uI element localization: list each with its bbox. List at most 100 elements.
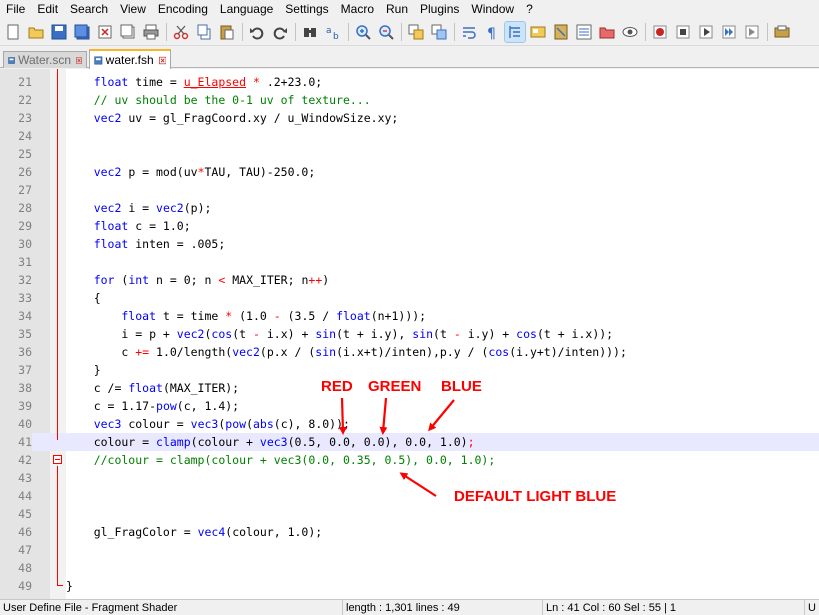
code-line[interactable]: 29 float c = 1.0; xyxy=(0,217,819,235)
menu-help[interactable]: ? xyxy=(520,0,539,19)
open-file-button[interactable] xyxy=(26,22,46,42)
doc-map-button[interactable] xyxy=(551,22,571,42)
indent-guide-button[interactable] xyxy=(504,21,526,43)
toolbar-separator xyxy=(645,23,646,41)
code-token: (t xyxy=(232,327,253,341)
code-token: vec2 xyxy=(66,201,122,215)
folder-workspace-button[interactable] xyxy=(597,22,617,42)
code-line[interactable]: 25 xyxy=(0,145,819,163)
zoom-out-button[interactable] xyxy=(376,22,396,42)
fold-toggle-icon[interactable] xyxy=(53,455,62,464)
close-all-button[interactable] xyxy=(118,22,138,42)
code-line[interactable]: 43 xyxy=(0,469,819,487)
paste-button[interactable] xyxy=(217,22,237,42)
code-line[interactable]: 45 xyxy=(0,505,819,523)
code-line[interactable]: 33 { xyxy=(0,289,819,307)
code-line[interactable]: 35 i = p + vec2(cos(t - i.x) + sin(t + i… xyxy=(0,325,819,343)
stop-macro-button[interactable] xyxy=(673,22,693,42)
copy-button[interactable] xyxy=(194,22,214,42)
code-line[interactable]: 26 vec2 p = mod(uv*TAU, TAU)-250.0; xyxy=(0,163,819,181)
find-button[interactable] xyxy=(300,22,320,42)
code-line[interactable]: 39 c = 1.17-pow(c, 1.4); xyxy=(0,397,819,415)
code-line[interactable]: 24 xyxy=(0,127,819,145)
menu-settings[interactable]: Settings xyxy=(279,0,334,19)
code-line[interactable]: 28 vec2 i = vec2(p); xyxy=(0,199,819,217)
code-token: - xyxy=(453,327,461,341)
code-line[interactable]: 27 xyxy=(0,181,819,199)
line-number: 29 xyxy=(18,219,32,233)
code-line[interactable]: 32 for (int n = 0; n < MAX_ITER; n++) xyxy=(0,271,819,289)
record-macro-button[interactable] xyxy=(650,22,670,42)
zoom-in-button[interactable] xyxy=(353,22,373,42)
code-token: - xyxy=(273,309,281,323)
save-all-button[interactable] xyxy=(72,22,92,42)
run-macro-multiple-button[interactable] xyxy=(719,22,739,42)
sync-vertical-button[interactable] xyxy=(406,22,426,42)
code-text: float time = u_Elapsed * .2+23.0; xyxy=(66,73,323,91)
code-text: c /= float(MAX_ITER); xyxy=(66,379,239,397)
tab-label: Water.scn xyxy=(18,53,71,67)
menu-view[interactable]: View xyxy=(114,0,152,19)
code-text: float inten = .005; xyxy=(66,235,226,253)
menu-run[interactable]: Run xyxy=(380,0,414,19)
sync-horizontal-icon xyxy=(431,24,447,40)
code-token: cos xyxy=(211,327,233,341)
code-line[interactable]: 34 float t = time * (1.0 - (3.5 / float(… xyxy=(0,307,819,325)
menu-plugins[interactable]: Plugins xyxy=(414,0,465,19)
code-token: time = xyxy=(128,75,184,89)
code-line[interactable]: 49} xyxy=(0,577,819,595)
menu-search[interactable]: Search xyxy=(64,0,114,19)
code-line[interactable]: 46 gl_FragColor = vec4(colour, 1.0); xyxy=(0,523,819,541)
code-line[interactable]: 41 colour = clamp(colour + vec3(0.5, 0.0… xyxy=(0,433,819,451)
code-line[interactable]: 31 xyxy=(0,253,819,271)
menu-macro[interactable]: Macro xyxy=(335,0,380,19)
code-line[interactable]: 40 vec3 colour = vec3(pow(abs(c), 8.0)); xyxy=(0,415,819,433)
save-button[interactable] xyxy=(49,22,69,42)
code-line[interactable]: 48 xyxy=(0,559,819,577)
line-number: 44 xyxy=(18,489,32,503)
code-token: { xyxy=(66,291,101,305)
code-line[interactable]: 47 xyxy=(0,541,819,559)
code-text: } xyxy=(66,577,73,595)
close-icon[interactable] xyxy=(76,55,82,66)
user-language-button[interactable] xyxy=(528,22,548,42)
show-all-characters-button[interactable]: ¶ xyxy=(482,22,502,42)
code-token: (0.5, 0.0, 0.0), 0.0, 1.0) xyxy=(287,435,468,449)
code-line[interactable]: 36 c += 1.0/length(vec2(p.x / (sin(i.x+t… xyxy=(0,343,819,361)
plugin-button[interactable] xyxy=(772,22,792,42)
cut-button[interactable] xyxy=(171,22,191,42)
menu-edit[interactable]: Edit xyxy=(31,0,64,19)
code-line[interactable]: 44 xyxy=(0,487,819,505)
monitor-button[interactable] xyxy=(620,22,640,42)
code-line[interactable]: 23 vec2 uv = gl_FragCoord.xy / u_WindowS… xyxy=(0,109,819,127)
function-list-button[interactable] xyxy=(574,22,594,42)
word-wrap-button[interactable] xyxy=(459,22,479,42)
close-icon[interactable] xyxy=(158,55,166,66)
code-line[interactable]: 21 float time = u_Elapsed * .2+23.0; xyxy=(0,73,819,91)
line-number: 21 xyxy=(18,75,32,89)
code-line[interactable]: 42 //colour = clamp(colour + vec3(0.0, 0… xyxy=(0,451,819,469)
replace-button[interactable]: ab xyxy=(323,22,343,42)
redo-button[interactable] xyxy=(270,22,290,42)
code-text: } xyxy=(66,361,101,379)
code-text: i = p + vec2(cos(t - i.x) + sin(t + i.y)… xyxy=(66,325,613,343)
code-editor[interactable]: 21 float time = u_Elapsed * .2+23.0; 22 /… xyxy=(0,69,819,599)
play-macro-button[interactable] xyxy=(696,22,716,42)
redo-icon xyxy=(273,27,287,40)
tab-water-scn[interactable]: Water.scn xyxy=(3,51,87,68)
save-macro-button[interactable] xyxy=(742,22,762,42)
new-file-button[interactable] xyxy=(3,22,23,42)
menu-encoding[interactable]: Encoding xyxy=(152,0,214,19)
undo-button[interactable] xyxy=(247,22,267,42)
menu-language[interactable]: Language xyxy=(214,0,279,19)
menu-file[interactable]: File xyxy=(0,0,31,19)
sync-horizontal-button[interactable] xyxy=(429,22,449,42)
print-button[interactable] xyxy=(141,22,161,42)
menu-window[interactable]: Window xyxy=(465,0,520,19)
close-file-button[interactable] xyxy=(95,22,115,42)
code-line[interactable]: 30 float inten = .005; xyxy=(0,235,819,253)
code-token: (i.x+t)/inten),p.y / ( xyxy=(336,345,489,359)
code-line[interactable]: 37 } xyxy=(0,361,819,379)
code-line[interactable]: 22 // uv should be the 0-1 uv of texture… xyxy=(0,91,819,109)
tab-water-fsh[interactable]: water.fsh xyxy=(89,49,171,69)
